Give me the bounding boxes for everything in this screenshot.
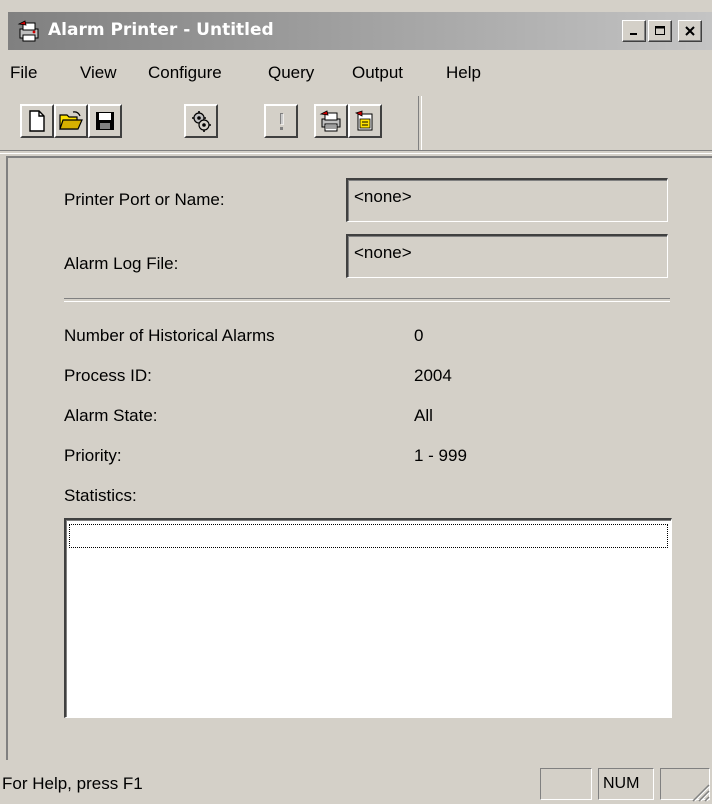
new-button[interactable]: [20, 104, 54, 138]
process-id-value: 2004: [414, 366, 452, 385]
execute-button[interactable]: [264, 104, 298, 138]
menu-file[interactable]: File: [10, 63, 37, 83]
menu-help[interactable]: Help: [446, 63, 481, 83]
configure-gear-icon: [192, 111, 211, 132]
exclamation-icon: [280, 113, 284, 130]
minimize-icon: [630, 33, 637, 35]
historical-alarms-label: Number of Historical Alarms: [64, 326, 275, 345]
status-pane-num: NUM: [598, 768, 654, 800]
toolbar-divider: [0, 150, 712, 154]
menu-query[interactable]: Query: [268, 63, 314, 83]
status-pane-caps: [540, 768, 592, 800]
alarm-log-label: Alarm Log File:: [64, 254, 179, 273]
historical-alarms-value: 0: [414, 326, 424, 345]
alarm-state-label: Alarm State:: [64, 406, 158, 425]
statistics-list[interactable]: [64, 518, 672, 718]
window-title: Alarm Printer - Untitled: [48, 20, 274, 40]
title-bar[interactable]: Alarm Printer - Untitled: [8, 12, 712, 50]
alarm-state-value: All: [414, 406, 433, 425]
edit-alarm-button[interactable]: [348, 104, 382, 138]
menu-output[interactable]: Output: [352, 63, 403, 83]
process-id-label: Process ID:: [64, 366, 152, 385]
resize-grip-icon[interactable]: [688, 780, 710, 802]
printer-port-value: <none>: [354, 187, 412, 206]
alarm-log-field[interactable]: <none>: [346, 234, 668, 278]
section-divider: [64, 298, 670, 302]
alarm-log-value: <none>: [354, 243, 412, 262]
configure-button[interactable]: [184, 104, 218, 138]
menu-view[interactable]: View: [80, 63, 117, 83]
minimize-button[interactable]: [622, 20, 646, 42]
menu-bar: File View Configure Query Output Help: [0, 56, 712, 90]
edit-alarm-icon: [354, 110, 373, 131]
toolbar: [14, 100, 414, 148]
print-alarm-button[interactable]: [314, 104, 348, 138]
priority-value: 1 - 999: [414, 446, 467, 465]
open-button[interactable]: [54, 104, 88, 138]
maximize-icon: [655, 26, 665, 35]
new-document-icon: [29, 110, 45, 132]
print-alarm-icon: [319, 110, 341, 132]
toolbar-separator: [418, 96, 422, 150]
statistics-label: Statistics:: [64, 486, 137, 505]
alarm-printer-icon: [17, 20, 39, 42]
open-folder-icon: [59, 111, 83, 130]
maximize-button[interactable]: [648, 20, 672, 42]
status-help-text: For Help, press F1: [2, 774, 143, 793]
priority-label: Priority:: [64, 446, 122, 465]
menu-configure[interactable]: Configure: [148, 63, 222, 83]
status-pane-num-text: NUM: [603, 775, 640, 792]
printer-port-label: Printer Port or Name:: [64, 190, 225, 209]
close-icon: [685, 26, 695, 36]
list-item[interactable]: [69, 524, 668, 548]
save-disk-icon: [96, 112, 114, 130]
save-button[interactable]: [88, 104, 122, 138]
status-bar: For Help, press F1 NUM: [0, 764, 712, 804]
alarm-printer-window: Alarm Printer - Untitled File View Confi…: [0, 0, 712, 804]
close-button[interactable]: [678, 20, 702, 42]
printer-port-field[interactable]: <none>: [346, 178, 668, 222]
